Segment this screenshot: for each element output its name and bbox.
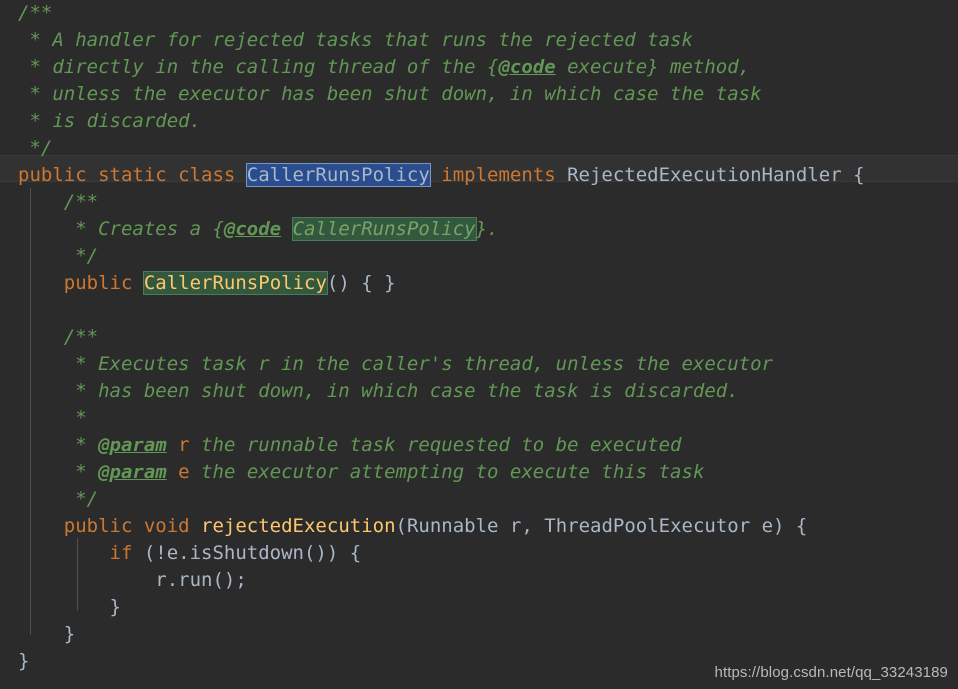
- token-brace: }: [18, 650, 30, 672]
- token-param-type: ThreadPoolExecutor: [544, 515, 751, 537]
- token-comment: /**: [18, 191, 99, 213]
- token-param-type: Runnable: [406, 515, 499, 537]
- javadoc-tag-code: @code: [498, 56, 556, 78]
- code-line-20: public void rejectedExecution(Runnable r…: [0, 513, 865, 540]
- token-statement: r.run();: [18, 569, 247, 591]
- code-content[interactable]: /** * A handler for rejected tasks that …: [0, 0, 865, 675]
- code-line-19: */: [0, 486, 865, 513]
- token-comment: unless the executor has been shut down, …: [52, 83, 762, 105]
- token-comment: Creates a {: [98, 218, 224, 240]
- watermark-url: https://blog.csdn.net/qq_33243189: [714, 664, 948, 681]
- token-keyword: public void: [63, 515, 202, 537]
- code-line-9: * Creates a {@code CallerRunsPolicy}.: [0, 216, 865, 243]
- code-line-10: */: [0, 243, 865, 270]
- token-expression: (!e.isShutdown()) {: [132, 542, 362, 564]
- token-comment: /**: [18, 2, 53, 24]
- javadoc-param-name: e: [178, 461, 190, 483]
- token-comment-star: *: [18, 56, 53, 78]
- token-keyword-public: public: [63, 272, 133, 294]
- javadoc-tag-param: @param: [98, 434, 167, 456]
- token-comment: has been shut down, in which case the ta…: [98, 380, 739, 402]
- code-editor[interactable]: /** * A handler for rejected tasks that …: [0, 0, 958, 689]
- javadoc-tag-code: @code: [223, 218, 282, 240]
- token-keyword-implements: implements: [441, 164, 556, 186]
- token-comment-star: *: [18, 29, 53, 51]
- code-line-23: }: [0, 594, 865, 621]
- code-line-13: /**: [0, 324, 865, 351]
- code-line-6: */: [0, 135, 865, 162]
- token-keyword: public static class: [18, 164, 247, 186]
- code-line-16: *: [0, 405, 865, 432]
- token-comment-star: *: [18, 110, 53, 132]
- token-comment: A handler for rejected tasks that runs t…: [52, 29, 693, 51]
- token-comment: is discarded.: [52, 110, 202, 132]
- token-comment-star: *: [18, 407, 87, 429]
- token-method-name: rejectedExecution: [201, 515, 396, 537]
- selected-class-name[interactable]: CallerRunsPolicy: [245, 163, 431, 187]
- token-comment-star: *: [18, 353, 99, 375]
- code-line-7: public static class CallerRunsPolicy imp…: [0, 162, 865, 189]
- token-punctuation: (: [395, 515, 407, 537]
- token-keyword-if: if: [109, 542, 133, 564]
- token-comment: the runnable task requested to be execut…: [189, 434, 682, 456]
- code-line-4: * unless the executor has been shut down…: [0, 81, 865, 108]
- code-line-3: * directly in the calling thread of the …: [0, 54, 865, 81]
- token-comment-close: */: [18, 137, 53, 159]
- code-line-18: * @param e the executor attempting to ex…: [0, 459, 865, 486]
- code-line-1: /**: [0, 0, 865, 27]
- token-comment: the executor attempting to execute this …: [189, 461, 705, 483]
- token-brace: }: [18, 623, 76, 645]
- token-comment: Executes task r in the caller's thread, …: [98, 353, 773, 375]
- token-param-name: r,: [498, 515, 545, 537]
- code-line-24: }: [0, 621, 865, 648]
- token-comment-star: *: [18, 461, 99, 483]
- code-line-15: * has been shut down, in which case the …: [0, 378, 865, 405]
- javadoc-param-name: r: [178, 434, 190, 456]
- token-brace: }: [18, 596, 121, 618]
- token-comment-close: */: [18, 488, 99, 510]
- token-comment-star: *: [18, 83, 53, 105]
- match-highlight-constructor-name[interactable]: CallerRunsPolicy: [142, 271, 328, 295]
- token-param-name: e) {: [750, 515, 808, 537]
- match-highlight-class-name[interactable]: CallerRunsPolicy: [291, 217, 477, 241]
- token-interface-name: RejectedExecutionHandler {: [555, 164, 865, 186]
- code-line-5: * is discarded.: [0, 108, 865, 135]
- code-line-22: r.run();: [0, 567, 865, 594]
- token-comment: }.: [475, 218, 499, 240]
- code-line-2: * A handler for rejected tasks that runs…: [0, 27, 865, 54]
- code-line-11: public CallerRunsPolicy() { }: [0, 270, 865, 297]
- token-comment-close: */: [18, 245, 99, 267]
- token-comment: execute} method,: [555, 56, 751, 78]
- code-line-21: if (!e.isShutdown()) {: [0, 540, 865, 567]
- code-line-8: /**: [0, 189, 865, 216]
- code-line-14: * Executes task r in the caller's thread…: [0, 351, 865, 378]
- token-comment-star: *: [18, 434, 99, 456]
- token-comment: /**: [18, 326, 99, 348]
- token-comment-star: *: [18, 380, 99, 402]
- code-line-17: * @param r the runnable task requested t…: [0, 432, 865, 459]
- token-comment: directly in the calling thread of the {: [52, 56, 499, 78]
- javadoc-tag-param: @param: [98, 461, 167, 483]
- token-comment-star: *: [18, 218, 99, 240]
- token-punctuation: () { }: [326, 272, 396, 294]
